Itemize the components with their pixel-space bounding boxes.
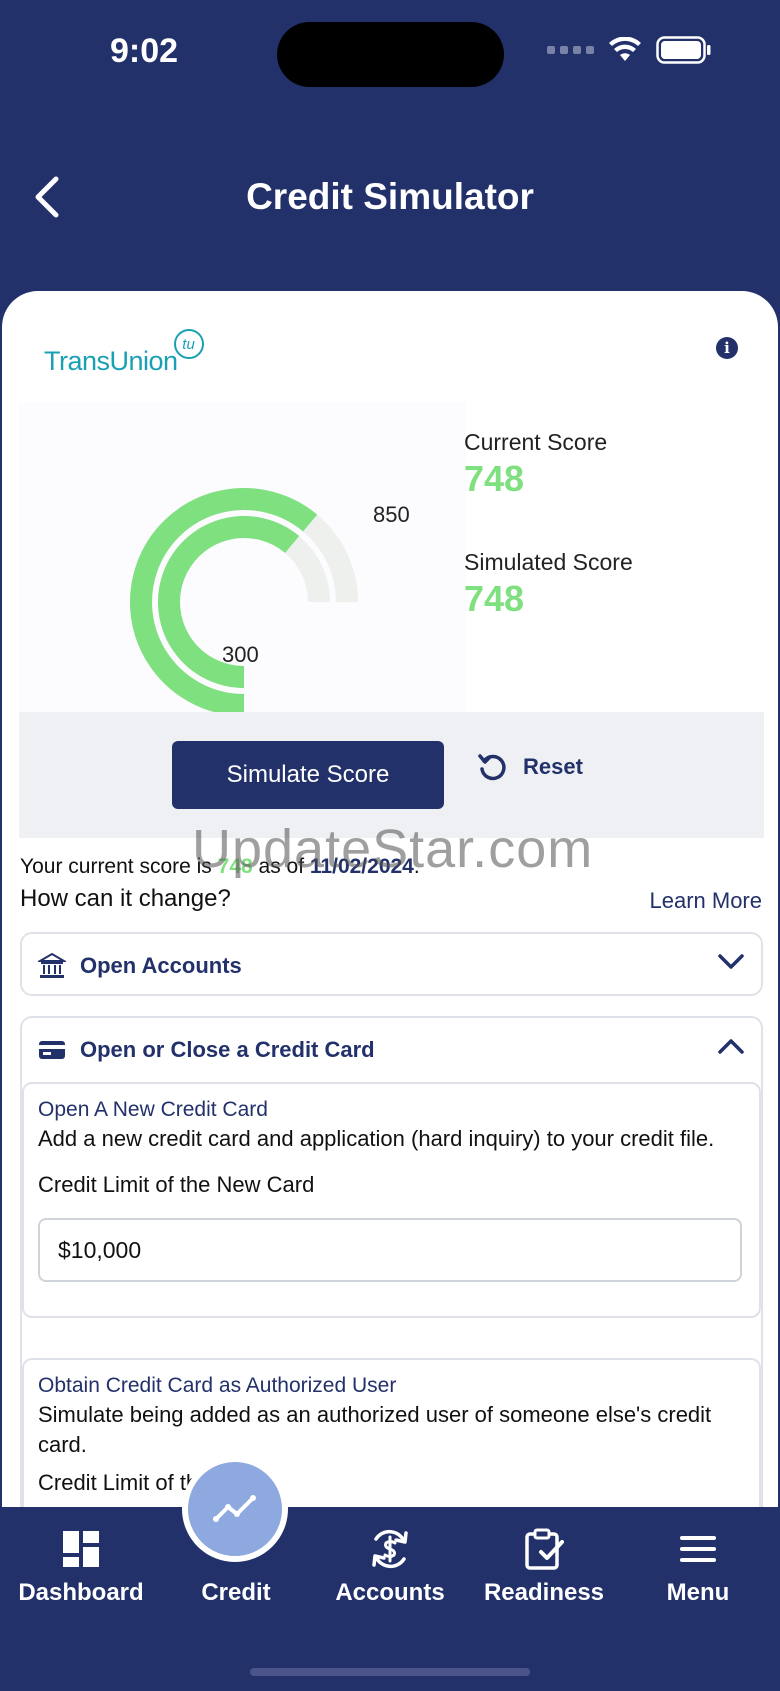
dashboard-icon (63, 1531, 99, 1567)
tab-readiness[interactable]: Readiness (466, 1527, 622, 1607)
battery-icon (656, 36, 711, 64)
credit-card-title: Open or Close a Credit Card (80, 1037, 375, 1062)
trend-icon (213, 1495, 256, 1522)
hamburger-icon (680, 1536, 716, 1562)
cellular-signal-icon (547, 46, 594, 54)
tab-dashboard-label: Dashboard (18, 1579, 144, 1606)
summary-prefix: Your current score is (20, 855, 218, 878)
bank-icon (38, 952, 66, 978)
learn-more-link[interactable]: Learn More (649, 888, 762, 914)
simulator-card: TransUnion tu i 850 300 Current Score 74… (2, 291, 778, 1511)
logo-text: TransUnion (44, 346, 178, 376)
watermark: UpdateStar.com (192, 819, 594, 879)
reset-icon (478, 754, 506, 781)
gauge-min-label: 300 (222, 642, 259, 667)
simulated-score-value: 748 (464, 578, 525, 619)
open-accounts-title: Open Accounts (80, 953, 242, 978)
new-card-option: Open A New Credit Card Add a new credit … (22, 1082, 761, 1318)
reset-button[interactable]: Reset (477, 752, 583, 782)
app-header: Credit Simulator (0, 160, 780, 240)
simulate-score-button[interactable]: Simulate Score (172, 741, 444, 809)
current-score-block: Current Score 748 (464, 429, 607, 500)
authorized-user-description: Simulate being added as an authorized us… (38, 1402, 712, 1457)
credit-tab-active-button[interactable] (182, 1456, 288, 1562)
wifi-icon (609, 37, 641, 61)
clipboard-check-icon (525, 1528, 564, 1570)
tab-menu-label: Menu (666, 1579, 730, 1606)
bottom-tab-bar: Dashboard Credit Accounts Readiness Menu (0, 1507, 780, 1691)
how-change-heading: How can it change? (20, 885, 231, 912)
page-title: Credit Simulator (246, 176, 534, 217)
accounts-icon (372, 1529, 408, 1569)
credit-card-icon (39, 1041, 65, 1059)
tab-accounts-label: Accounts (335, 1579, 445, 1606)
authorized-user-limit-label: Credit Limit of the Card (38, 1470, 265, 1495)
open-accounts-header[interactable]: Open Accounts (22, 934, 761, 998)
simulated-score-label: Simulated Score (464, 549, 633, 575)
authorized-user-option: Obtain Credit Card as Authorized User Si… (22, 1358, 761, 1511)
tab-dashboard[interactable]: Dashboard (3, 1527, 159, 1607)
new-card-description: Add a new credit card and application (h… (38, 1126, 715, 1151)
status-icons (547, 36, 712, 64)
authorized-user-title: Obtain Credit Card as Authorized User (38, 1374, 397, 1397)
chevron-up-icon (718, 1039, 744, 1054)
home-indicator (250, 1668, 530, 1676)
score-gauge: 850 300 (19, 402, 466, 712)
chevron-down-icon (718, 954, 744, 969)
tab-readiness-label: Readiness (483, 1579, 605, 1606)
open-accounts-section: Open Accounts (20, 932, 763, 996)
status-bar: 9:02 (0, 0, 780, 110)
reset-label: Reset (523, 754, 583, 779)
new-card-limit-input[interactable] (38, 1218, 742, 1282)
new-card-limit-label: Credit Limit of the New Card (38, 1172, 315, 1197)
camera-notch (277, 22, 504, 87)
credit-card-header[interactable]: Open or Close a Credit Card (22, 1018, 761, 1082)
simulated-score-block: Simulated Score 748 (464, 549, 633, 620)
transunion-logo: TransUnion tu (44, 329, 204, 377)
logo-badge: tu (173, 329, 204, 359)
current-score-value: 748 (464, 458, 525, 499)
new-card-title: Open A New Credit Card (38, 1098, 268, 1121)
tab-menu[interactable]: Menu (620, 1527, 776, 1607)
info-icon[interactable]: i (716, 337, 738, 359)
tab-accounts[interactable]: Accounts (312, 1527, 468, 1607)
current-score-label: Current Score (464, 429, 608, 455)
credit-card-section: Open or Close a Credit Card Open A New C… (20, 1016, 763, 1511)
status-time: 9:02 (110, 32, 179, 70)
tab-credit-label: Credit (201, 1579, 271, 1606)
gauge-max-label: 850 (373, 502, 410, 527)
